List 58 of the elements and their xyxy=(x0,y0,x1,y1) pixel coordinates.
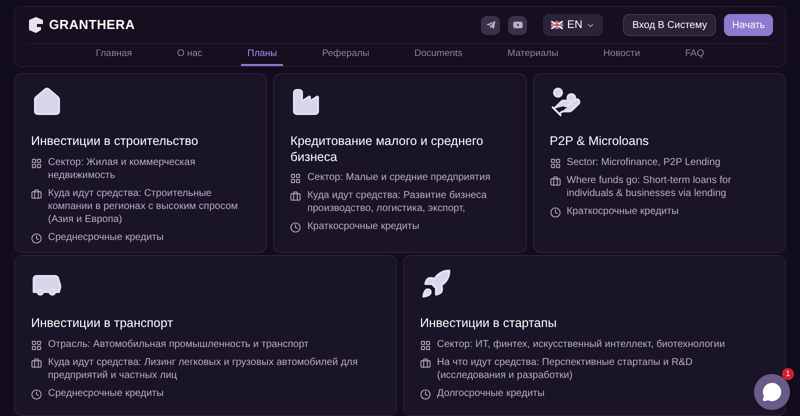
clock-icon xyxy=(420,388,431,400)
nav-tab[interactable]: FAQ xyxy=(679,44,710,66)
rocket-icon xyxy=(420,268,452,300)
clock-icon xyxy=(31,232,42,244)
house-icon xyxy=(31,86,63,118)
nav-tab[interactable]: Documents xyxy=(408,44,468,66)
bag-icon xyxy=(420,358,431,369)
card-detail: Среднесрочные кредиты xyxy=(48,386,164,400)
card-title: Кредитование малого и среднего бизнеса xyxy=(290,134,484,166)
login-button[interactable]: Вход В Систему xyxy=(623,14,716,36)
youtube-icon xyxy=(512,20,523,30)
card-title: P2P & Microloans xyxy=(550,134,650,150)
nav-tab[interactable]: Рефералы xyxy=(316,44,376,66)
language-select[interactable]: EN xyxy=(543,14,604,36)
grid-icon xyxy=(550,158,561,169)
start-button[interactable]: Начать xyxy=(724,14,773,36)
card-title: Инвестиции в строительство xyxy=(31,134,200,150)
nav-tab[interactable]: Планы xyxy=(241,44,284,66)
clock-icon xyxy=(31,388,42,400)
card-title: Инвестиции в стартапы xyxy=(420,316,558,332)
card-detail: Sector: Microfinance, P2P Lending xyxy=(566,156,720,169)
grid-icon xyxy=(31,158,42,169)
card-detail: Куда идут средства: Строительные компании в регионах с высоким спросом (Азия и Европа) xyxy=(48,186,239,226)
grid-icon xyxy=(420,340,431,351)
card-detail: Сектор: ИТ, финтех, искусственный интеллект, биотехнологии xyxy=(437,338,725,351)
card-detail: Краткосрочные кредиты xyxy=(307,220,420,234)
chat-icon xyxy=(762,382,782,402)
bag-icon xyxy=(550,176,561,187)
telegram-button[interactable] xyxy=(481,16,500,34)
card-detail: Долгосрочные кредиты xyxy=(437,386,545,400)
card-detail: Краткосрочные кредиты xyxy=(566,204,679,218)
card-detail: Сектор: Малые и средние предприятия xyxy=(307,171,490,184)
card-detail: Отрасль: Автомобильная промышленность и транспорт xyxy=(48,338,309,351)
bag-icon xyxy=(290,191,302,202)
card-detail: Куда идут средства: Развитие бизнеса производство, логистика, экспорт, xyxy=(307,189,488,216)
card-detail: Среднесрочные кредиты xyxy=(48,230,164,244)
nav-tab[interactable]: Главная xyxy=(90,44,138,66)
flag-icon xyxy=(551,21,564,29)
clock-icon xyxy=(550,206,561,218)
bag-icon xyxy=(31,358,42,369)
telegram-icon xyxy=(486,20,496,30)
grid-icon xyxy=(290,173,302,184)
nav-tab[interactable]: О нас xyxy=(171,44,208,66)
card-detail: Сектор: Жилая и коммерческая недвижимость xyxy=(48,156,196,182)
card-detail: Where funds go: Short-term loans for individuals & businesses via lending xyxy=(566,174,732,200)
logo-icon xyxy=(27,16,45,34)
grid-icon xyxy=(31,340,42,351)
card-detail: Куда идут средства: Лизинг легковых и грузовых автомобилей для предприятий и частных лиц xyxy=(48,356,359,382)
brand-name: GRANTHERA xyxy=(49,16,135,34)
nav-tab[interactable]: Новости xyxy=(597,44,646,66)
notification-badge: 1 xyxy=(782,368,794,380)
card-detail: На что идут средства: Перспективные стартапы и R&D (исследования и разработки) xyxy=(437,356,694,382)
hand-coins-icon xyxy=(550,86,582,118)
bag-icon xyxy=(31,188,42,200)
clock-icon xyxy=(290,222,302,234)
card-title: Инвестиции в транспорт xyxy=(31,316,174,332)
nav-tab[interactable]: Материалы xyxy=(501,44,564,66)
youtube-button[interactable] xyxy=(508,16,528,34)
